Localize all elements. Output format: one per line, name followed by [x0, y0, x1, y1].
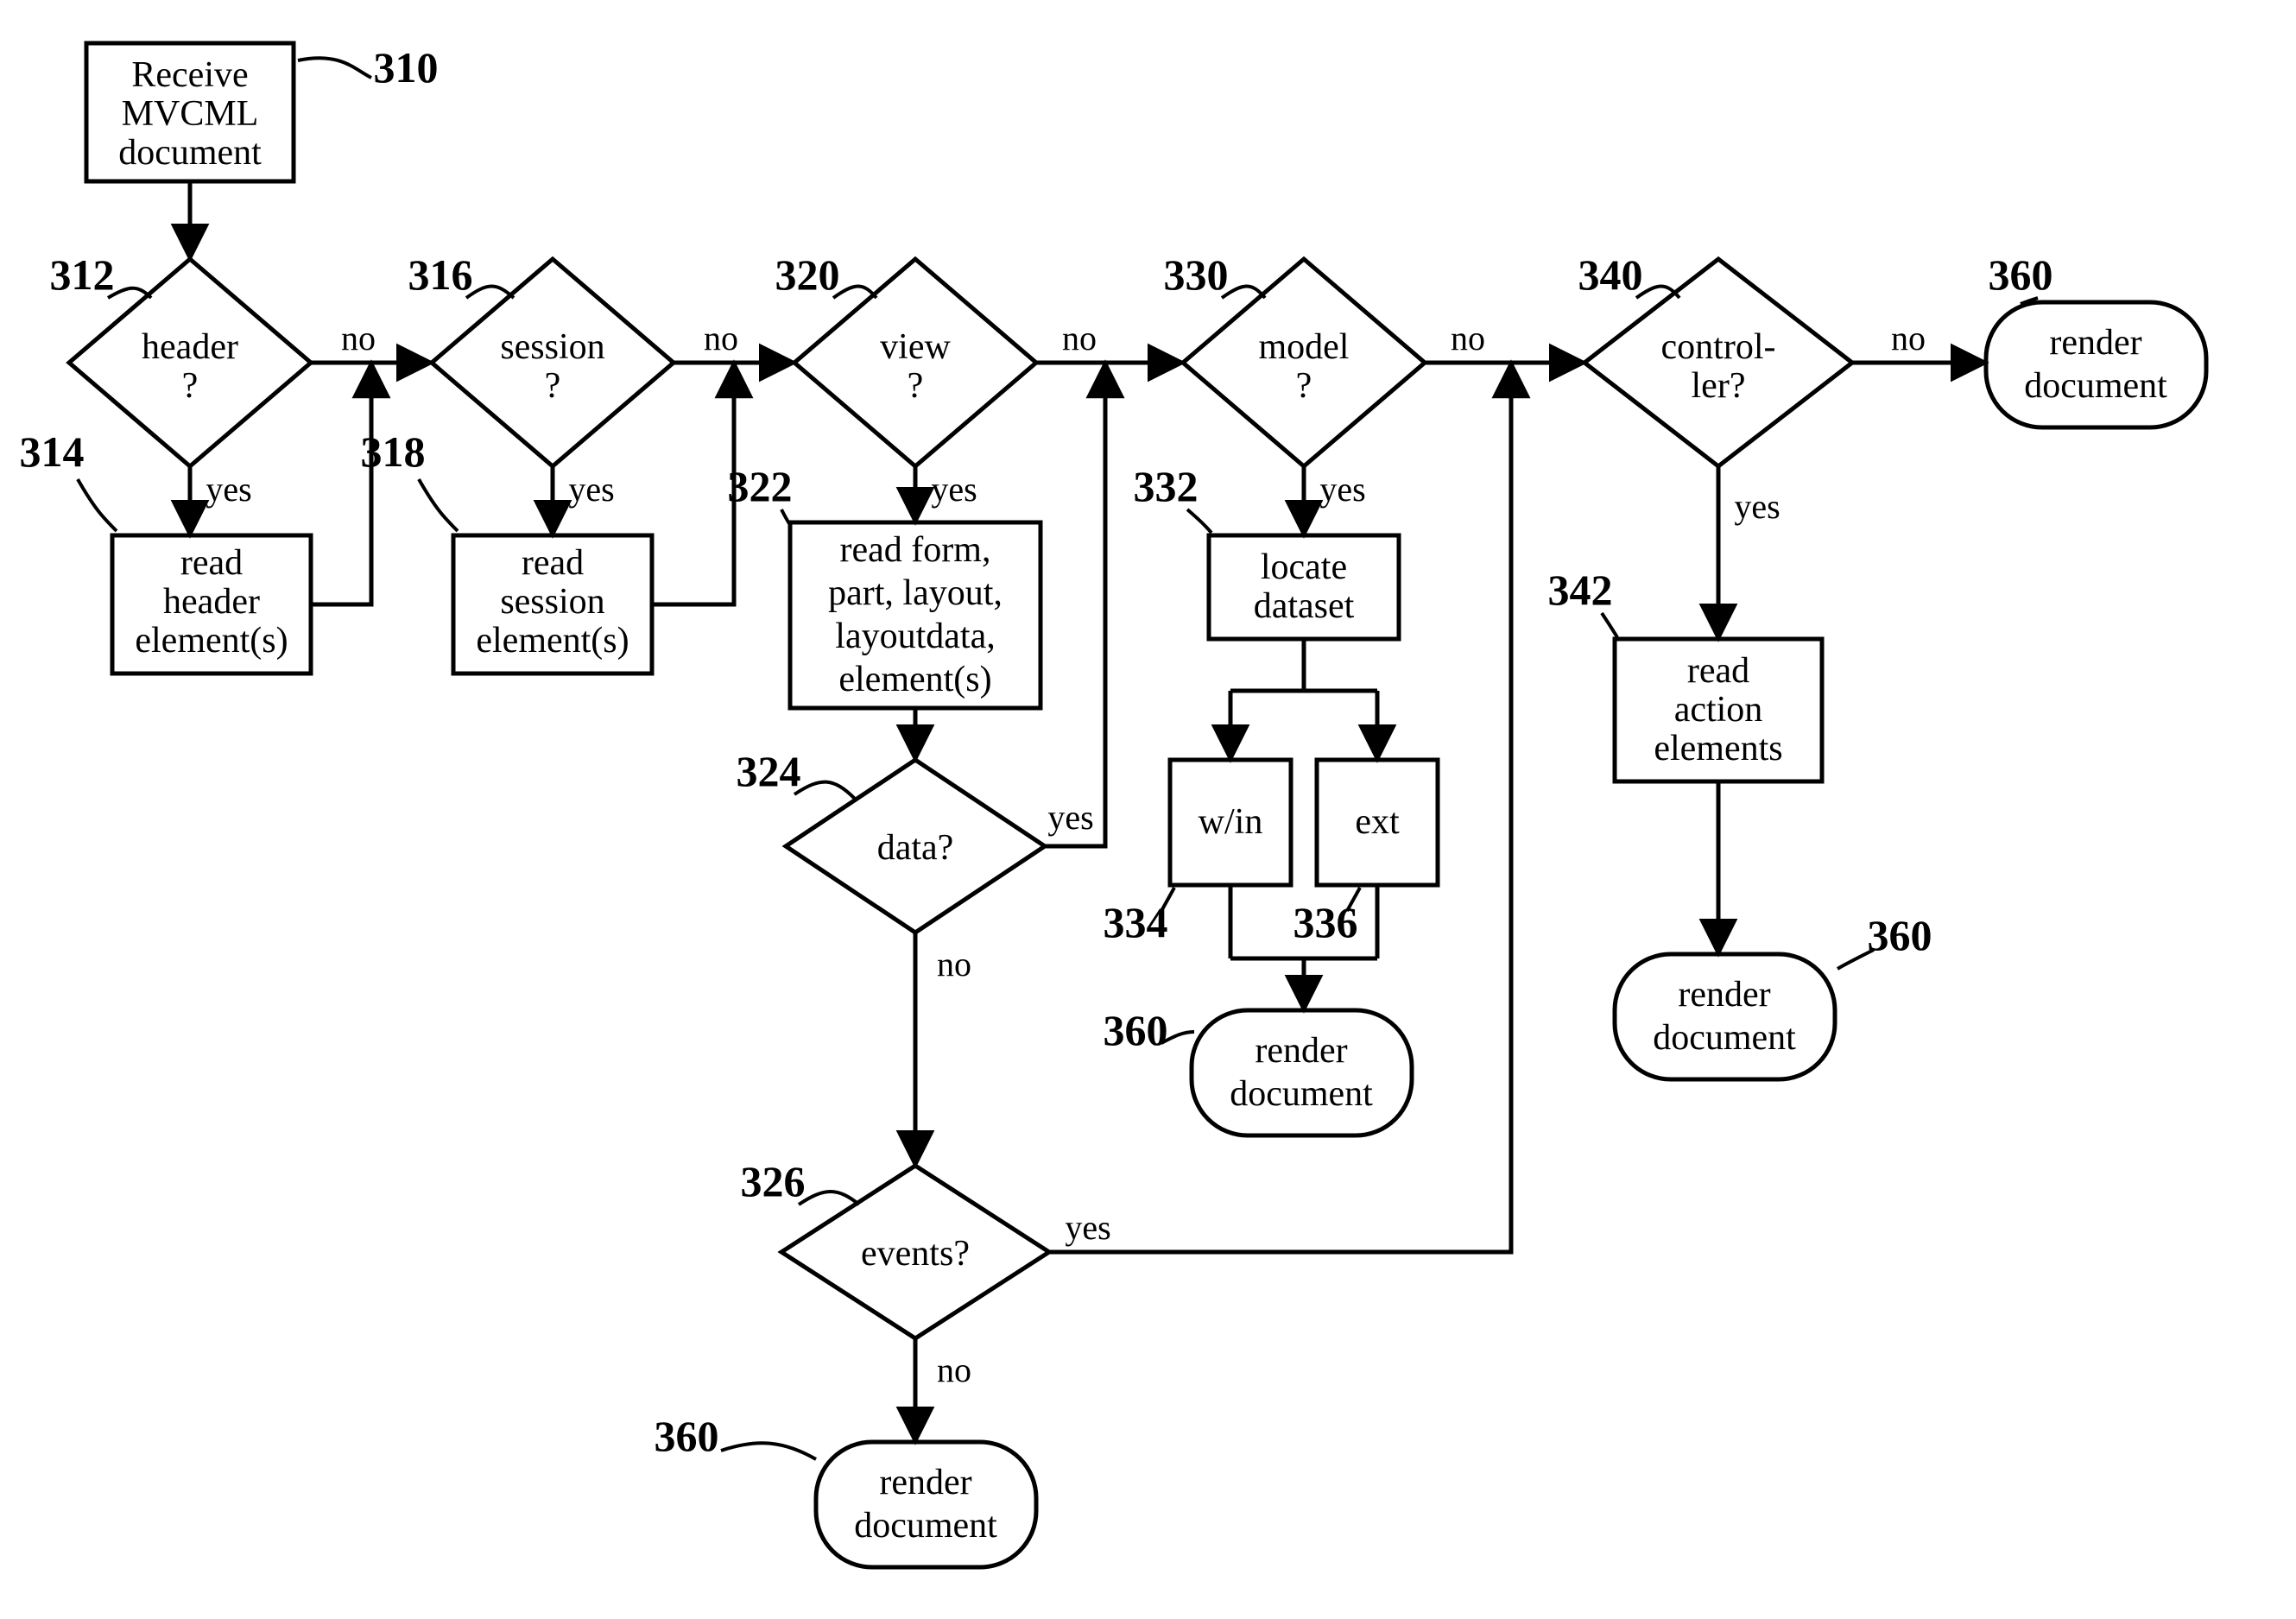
session-decision-line2: ? [545, 366, 561, 406]
render-model-line2: document [1230, 1074, 1373, 1114]
ref-322: 322 [728, 462, 793, 510]
session-decision-line1: session [500, 327, 604, 367]
locate-dataset-line1: locate [1261, 547, 1347, 587]
ref-316: 316 [408, 250, 473, 299]
node-render-document-events: render document [816, 1442, 1036, 1567]
controller-decision-line1: control- [1661, 327, 1776, 367]
node-locate-dataset: locate dataset [1209, 535, 1399, 639]
label-model-no: no [1451, 319, 1485, 357]
label-header-yes: yes [206, 470, 251, 509]
read-view-line1: read form, [840, 530, 991, 570]
read-actions-line1: read [1687, 651, 1749, 691]
view-decision-line2: ? [908, 366, 924, 406]
ref-320: 320 [775, 250, 840, 299]
header-decision-line1: header [142, 327, 238, 367]
edge-data-yes-return [1045, 363, 1105, 846]
label-events-yes: yes [1065, 1208, 1110, 1247]
edge-read-session-return [652, 363, 734, 604]
label-model-yes: yes [1319, 470, 1365, 509]
read-session-line3: element(s) [476, 621, 629, 661]
ref-342: 342 [1548, 566, 1613, 614]
ref-360-model: 360 [1104, 1006, 1168, 1054]
flowchart-diagram: Receive MVCML document 310 header ? 312 … [0, 0, 2296, 1619]
ref-360-events: 360 [655, 1412, 719, 1460]
within-line1: w/in [1199, 802, 1263, 842]
read-view-line2: part, layout, [828, 573, 1003, 613]
controller-decision-line2: ler? [1692, 366, 1746, 406]
read-view-line4: element(s) [838, 660, 991, 699]
read-header-line2: header [163, 582, 260, 622]
read-header-line3: element(s) [135, 621, 288, 661]
read-view-line3: layoutdata, [835, 617, 995, 656]
render-ctrl-yes-line1: render [1678, 975, 1770, 1015]
start-line1: Receive [131, 55, 248, 95]
label-session-no: no [704, 319, 738, 357]
label-controller-yes: yes [1734, 487, 1780, 526]
header-decision-line2: ? [182, 366, 199, 406]
ref-310: 310 [374, 43, 439, 92]
ref-312: 312 [50, 250, 115, 299]
render-events-line2: document [854, 1506, 997, 1546]
view-decision-line1: view [880, 327, 951, 367]
label-view-yes: yes [931, 470, 977, 509]
start-line2: MVCML [122, 94, 259, 134]
events-decision-line1: events? [861, 1234, 970, 1274]
node-render-document-model: render document [1192, 1010, 1412, 1135]
node-render-document-controller-yes: render document [1615, 954, 1835, 1079]
read-session-line2: session [500, 582, 604, 622]
render-model-line1: render [1255, 1031, 1347, 1071]
render-ctrl-no-line2: document [2024, 366, 2167, 406]
read-actions-line2: action [1674, 690, 1763, 730]
node-within: w/in [1170, 760, 1291, 885]
node-read-view-elements: read form, part, layout, layoutdata, ele… [790, 522, 1040, 708]
model-decision-line1: model [1259, 327, 1350, 367]
node-read-header-elements: read header element(s) [112, 535, 311, 674]
ref-360-ctrl-no: 360 [1989, 250, 2053, 299]
label-data-no: no [937, 945, 971, 983]
render-events-line1: render [879, 1463, 971, 1502]
node-ext: ext [1317, 760, 1438, 885]
label-session-yes: yes [568, 470, 614, 509]
node-read-action-elements: read action elements [1615, 639, 1822, 781]
edge-read-header-return [311, 363, 371, 604]
read-actions-line3: elements [1654, 729, 1782, 768]
label-view-no: no [1062, 319, 1097, 357]
ref-326: 326 [741, 1157, 806, 1205]
node-read-session-elements: read session element(s) [453, 535, 652, 674]
ref-336: 336 [1293, 898, 1358, 946]
read-session-line1: read [522, 543, 584, 583]
node-render-document-controller-no: render document [1986, 302, 2206, 427]
render-ctrl-yes-line2: document [1653, 1018, 1796, 1058]
locate-dataset-line2: dataset [1254, 586, 1355, 626]
ref-340: 340 [1578, 250, 1643, 299]
ref-324: 324 [737, 747, 801, 795]
ext-line1: ext [1355, 802, 1400, 842]
label-data-yes: yes [1047, 798, 1093, 837]
render-ctrl-no-line1: render [2049, 323, 2141, 363]
ref-332: 332 [1134, 462, 1199, 510]
ref-314: 314 [20, 427, 85, 476]
data-decision-line1: data? [877, 828, 954, 868]
model-decision-line2: ? [1296, 366, 1312, 406]
ref-330: 330 [1164, 250, 1229, 299]
node-receive-mvcml-document: Receive MVCML document [86, 43, 294, 181]
edge-events-yes-return [1049, 363, 1511, 1252]
label-events-no: no [937, 1350, 971, 1389]
start-line3: document [118, 133, 262, 173]
ref-360-ctrl-yes: 360 [1868, 911, 1932, 959]
label-header-no: no [341, 319, 376, 357]
label-controller-no: no [1891, 319, 1926, 357]
ref-334: 334 [1104, 898, 1168, 946]
node-data-decision: data? [786, 760, 1045, 933]
read-header-line1: read [180, 543, 243, 583]
